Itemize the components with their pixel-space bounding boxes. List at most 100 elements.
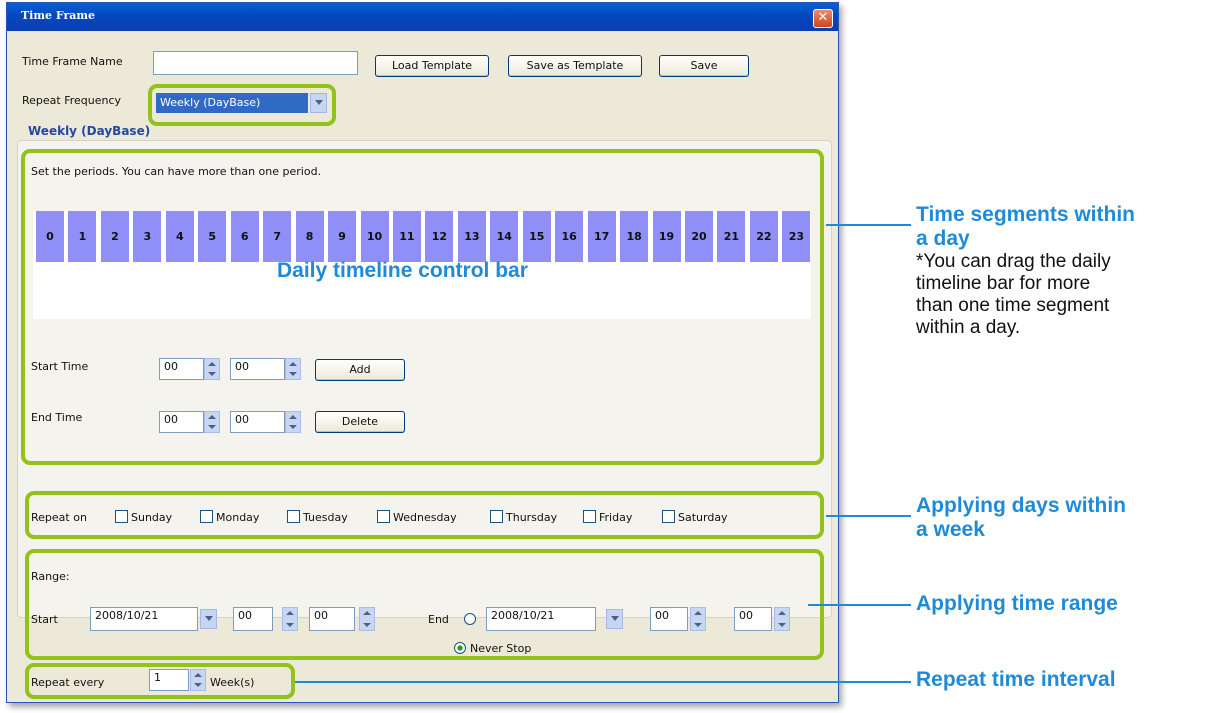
- start-date-dropdown[interactable]: [200, 609, 217, 629]
- range-annotation: Applying time range: [916, 592, 1118, 615]
- range-highlight: [25, 549, 824, 660]
- hour-cell[interactable]: 2: [100, 211, 129, 262]
- load-template-button[interactable]: Load Template: [375, 55, 489, 77]
- range-callout-line: [808, 604, 911, 606]
- title-bar[interactable]: Time Frame ✕: [7, 3, 838, 31]
- hour-cell[interactable]: 14: [490, 211, 519, 262]
- hour-cell[interactable]: 5: [198, 211, 227, 262]
- days-annotation: Applying days within a week: [916, 494, 1226, 542]
- spin-down-icon: [194, 683, 202, 687]
- repeat-frequency-dropdown[interactable]: [310, 93, 327, 113]
- hour-cell[interactable]: 11: [392, 211, 421, 262]
- hour-cell[interactable]: 22: [749, 211, 778, 262]
- range-start-date[interactable]: 2008/10/21: [90, 607, 198, 631]
- day-checkbox-label: Thursday: [506, 511, 558, 524]
- end-minute-input[interactable]: 00: [230, 411, 285, 433]
- day-checkbox[interactable]: [377, 510, 390, 523]
- end-date-dropdown[interactable]: [606, 609, 623, 629]
- hour-cell[interactable]: 10: [360, 211, 389, 262]
- day-checkbox[interactable]: [287, 510, 300, 523]
- range-end-date[interactable]: 2008/10/21: [486, 607, 596, 631]
- segments-annotation: Time segments within a day *You can drag…: [916, 203, 1226, 339]
- range-end-label: End: [428, 613, 449, 626]
- day-checkbox[interactable]: [583, 510, 596, 523]
- delete-button[interactable]: Delete: [315, 411, 405, 433]
- day-checkbox[interactable]: [662, 510, 675, 523]
- end-minute-spinner[interactable]: [285, 411, 301, 433]
- day-checkbox[interactable]: [115, 510, 128, 523]
- repeat-frequency-label: Repeat Frequency: [22, 94, 122, 107]
- end-hour-input[interactable]: 00: [159, 411, 204, 433]
- never-stop-radio[interactable]: [454, 642, 466, 654]
- time-frame-name-input[interactable]: [153, 51, 358, 75]
- range-start-label: Start: [31, 613, 58, 626]
- hour-cell[interactable]: 21: [717, 211, 746, 262]
- segments-note-line3: than one time segment: [916, 295, 1110, 316]
- day-checkbox-label: Friday: [599, 511, 633, 524]
- range-start-hour-spinner[interactable]: [282, 607, 298, 631]
- range-end-minute[interactable]: 00: [734, 607, 772, 631]
- repeat-every-spinner[interactable]: [190, 669, 206, 691]
- segments-note-line1: *You can drag the daily: [916, 251, 1111, 272]
- spin-down-icon: [208, 425, 216, 429]
- range-start-minute-spinner[interactable]: [359, 607, 375, 631]
- hour-cell[interactable]: 0: [36, 211, 64, 262]
- hour-cell[interactable]: 9: [328, 211, 357, 262]
- end-date-radio[interactable]: [464, 613, 476, 625]
- start-minute-spinner[interactable]: [285, 358, 301, 380]
- hour-cell[interactable]: 18: [620, 211, 649, 262]
- hour-cell[interactable]: 19: [652, 211, 681, 262]
- hour-cell[interactable]: 20: [685, 211, 713, 262]
- spin-down-icon: [694, 623, 702, 627]
- range-end-minute-spinner[interactable]: [774, 607, 790, 631]
- close-button[interactable]: ✕: [813, 9, 833, 28]
- days-title-line1: Applying days within: [916, 494, 1127, 517]
- days-title-line2: a week: [916, 518, 985, 541]
- hour-cell[interactable]: 1: [68, 211, 97, 262]
- hour-cell[interactable]: 3: [133, 211, 162, 262]
- spin-up-icon: [363, 611, 371, 615]
- range-start-hour[interactable]: 00: [233, 607, 273, 631]
- hour-cell[interactable]: 8: [295, 211, 324, 262]
- hour-cell[interactable]: 6: [230, 211, 259, 262]
- range-end-hour[interactable]: 00: [650, 607, 688, 631]
- range-start-minute[interactable]: 00: [309, 607, 355, 631]
- start-minute-input[interactable]: 00: [230, 358, 285, 380]
- hour-cell[interactable]: 7: [263, 211, 292, 262]
- start-hour-input[interactable]: 00: [159, 358, 204, 380]
- close-icon: ✕: [817, 10, 829, 25]
- section-title: Weekly (DayBase): [28, 124, 151, 138]
- spin-down-icon: [286, 623, 294, 627]
- interval-callout-line: [295, 681, 911, 683]
- timeline-caption: Daily timeline control bar: [277, 259, 528, 282]
- start-hour-spinner[interactable]: [204, 358, 220, 380]
- spin-down-icon: [289, 372, 297, 376]
- save-as-template-button[interactable]: Save as Template: [508, 55, 642, 77]
- day-checkbox-label: Sunday: [131, 511, 173, 524]
- days-callout-line: [826, 515, 911, 517]
- end-hour-spinner[interactable]: [204, 411, 220, 433]
- hour-cell[interactable]: 4: [165, 211, 194, 262]
- spin-down-icon: [289, 425, 297, 429]
- hour-cell[interactable]: 23: [782, 211, 811, 262]
- day-checkbox[interactable]: [200, 510, 213, 523]
- add-button[interactable]: Add: [315, 359, 405, 381]
- hour-cell[interactable]: 17: [587, 211, 616, 262]
- spin-up-icon: [286, 611, 294, 615]
- periods-instruction: Set the periods. You can have more than …: [31, 165, 322, 178]
- hour-cell[interactable]: 15: [522, 211, 551, 262]
- range-end-hour-spinner[interactable]: [690, 607, 706, 631]
- hour-cell[interactable]: 13: [457, 211, 486, 262]
- hour-cell[interactable]: 16: [555, 211, 584, 262]
- spin-down-icon: [363, 623, 371, 627]
- day-checkbox-label: Tuesday: [303, 511, 348, 524]
- spin-up-icon: [194, 673, 202, 677]
- day-checkbox[interactable]: [490, 510, 503, 523]
- repeat-every-input[interactable]: 1: [149, 669, 189, 691]
- chevron-down-icon: [315, 100, 323, 105]
- hour-cell[interactable]: 12: [425, 211, 454, 262]
- repeat-frequency-select[interactable]: Weekly (DayBase): [156, 93, 308, 113]
- save-button[interactable]: Save: [659, 55, 749, 77]
- segments-title-line1: Time segments within: [916, 203, 1135, 226]
- repeat-on-label: Repeat on: [31, 511, 87, 524]
